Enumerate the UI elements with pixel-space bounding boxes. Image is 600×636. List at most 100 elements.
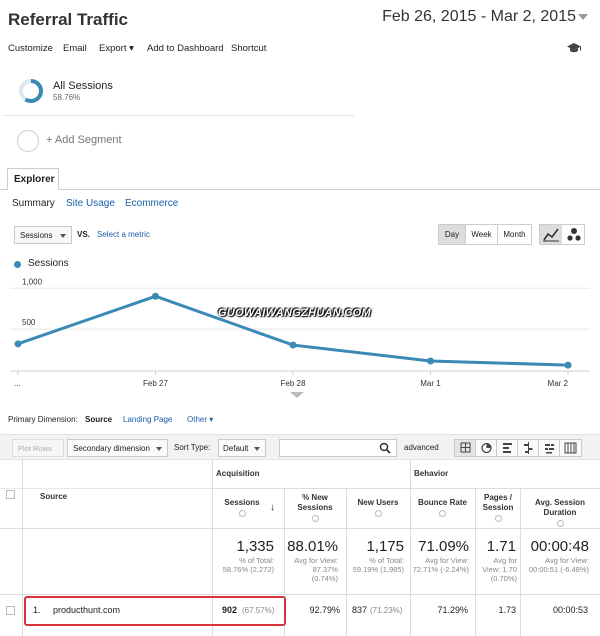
column-header-bounce-rate[interactable]: Bounce Rate	[412, 498, 473, 517]
dimension-source[interactable]: Source	[85, 415, 112, 424]
column-header-avg-session-duration[interactable]: Avg. Session Duration	[522, 498, 598, 527]
sessions-line-chart: 1,000 500... Feb 27 Feb 28 Mar 1 Mar 2	[10, 277, 590, 398]
comparison-icon	[524, 442, 533, 454]
graduation-cap-icon[interactable]	[566, 42, 582, 54]
period-day-button[interactable]: Day	[439, 225, 466, 244]
line-chart-button[interactable]	[540, 225, 562, 244]
sessions-data-point	[289, 341, 297, 349]
page-title: Referral Traffic	[8, 10, 128, 29]
column-header-pages-per-session[interactable]: Pages / Session	[477, 493, 519, 522]
y-tick-label: 500	[22, 318, 36, 327]
add-to-dashboard-button[interactable]: Add to Dashboard	[147, 43, 224, 54]
row-new-users-pct: (71.23%)	[370, 606, 403, 615]
chevron-down-icon[interactable]	[578, 14, 588, 20]
segment-all-sessions[interactable]: All Sessions	[53, 80, 113, 92]
export-button[interactable]: Export ▾	[99, 43, 134, 54]
total-pages-per-session-sub: Avg for View: 1.70 (0.70%)	[482, 556, 517, 583]
column-header-label: New Users	[357, 498, 399, 507]
sessions-data-point	[14, 340, 22, 348]
chart-type-toggle	[539, 224, 585, 245]
column-header-label: Avg. Session Duration	[535, 498, 585, 517]
y-tick-label: 1,000	[22, 277, 43, 286]
pivot-view-button[interactable]	[560, 440, 581, 456]
add-segment-button[interactable]: + Add Segment	[46, 134, 122, 146]
help-icon[interactable]	[494, 515, 502, 522]
period-month-button[interactable]: Month	[498, 225, 531, 244]
row-pages-per-session: 1.73	[498, 605, 516, 615]
search-icon[interactable]	[379, 442, 391, 454]
chevron-down-icon	[156, 447, 162, 451]
total-bounce-rate-sub: Avg for View: 72.71% (-2.24%)	[412, 556, 469, 574]
tab-explorer[interactable]: Explorer	[7, 168, 59, 190]
dimension-landing-page[interactable]: Landing Page	[123, 415, 172, 424]
data-view-button[interactable]	[455, 440, 476, 456]
column-header-pct-new-sessions[interactable]: % New Sessions	[286, 493, 344, 522]
sessions-data-point	[564, 361, 572, 369]
tab-divider	[0, 189, 600, 190]
x-tick-label: ...	[14, 379, 21, 388]
column-header-label: Pages / Session	[482, 493, 514, 512]
sort-type-label: Sort Type:	[174, 443, 211, 452]
secondary-dimension-dropdown[interactable]: Secondary dimension	[67, 439, 168, 457]
performance-view-button[interactable]	[497, 440, 518, 456]
total-pct-new-sessions-sub: Avg for View: 87.37% (0.74%)	[294, 556, 338, 583]
total-sessions-sub: % of Total: 58.76% (2,272)	[222, 556, 274, 574]
sort-type-dropdown[interactable]: Default	[218, 439, 266, 457]
dimension-other[interactable]: Other ▾	[187, 415, 213, 424]
column-header-source[interactable]: Source	[40, 492, 67, 502]
sessions-data-point	[427, 357, 434, 365]
total-new-users-sub: % of Total: 59.19% (1,985)	[352, 556, 404, 574]
period-week-button[interactable]: Week	[466, 225, 498, 244]
subtab-site-usage[interactable]: Site Usage	[66, 198, 115, 209]
sort-desc-arrow-icon[interactable]: ↓	[270, 502, 275, 513]
advanced-filter-link[interactable]: advanced	[404, 443, 439, 452]
date-range-picker[interactable]: Feb 26, 2015 - Mar 2, 2015	[382, 8, 576, 26]
pie-view-button[interactable]	[476, 440, 497, 456]
shortcut-button[interactable]: Shortcut	[231, 43, 266, 54]
email-button[interactable]: Email	[63, 43, 87, 54]
line-chart-icon	[543, 228, 559, 242]
subtab-ecommerce[interactable]: Ecommerce	[125, 198, 178, 209]
primary-dimension-label: Primary Dimension:	[8, 415, 78, 424]
add-segment-circle-icon[interactable]	[17, 130, 39, 152]
highlight-annotation	[24, 596, 286, 626]
pie-chart-icon	[481, 442, 492, 454]
help-icon[interactable]	[439, 510, 446, 517]
motion-chart-button[interactable]	[563, 225, 585, 244]
column-header-sessions[interactable]: Sessions	[212, 498, 272, 517]
subtab-summary[interactable]: Summary	[12, 198, 55, 209]
total-sessions: 1,335	[236, 538, 274, 555]
help-icon[interactable]	[311, 515, 319, 522]
legend-sessions-dot	[14, 261, 21, 268]
row-checkbox[interactable]	[6, 606, 15, 615]
chart-collapse-handle	[290, 392, 304, 398]
sessions-data-point	[152, 292, 159, 300]
x-tick-label: Mar 1	[420, 379, 441, 388]
total-bounce-rate: 71.09%	[418, 538, 469, 555]
segment-percentage: 58.76%	[53, 93, 81, 102]
plot-rows-button[interactable]: Plot Rows	[12, 439, 64, 457]
select-metric-link[interactable]: Select a metric	[97, 230, 150, 239]
report-toolbar: Customize Email Export ▾ Add to Dashboar…	[0, 40, 600, 60]
metric-dropdown[interactable]: Sessions	[14, 226, 72, 244]
help-icon[interactable]	[556, 520, 564, 527]
column-header-label: % New Sessions	[297, 493, 333, 512]
total-pages-per-session: 1.71	[486, 538, 516, 555]
comparison-view-button[interactable]	[518, 440, 539, 456]
customize-button[interactable]: Customize	[8, 43, 53, 54]
select-all-checkbox[interactable]	[6, 490, 15, 499]
segment-donut-icon	[19, 79, 43, 103]
motion-chart-icon	[567, 228, 581, 241]
bar-list-icon	[503, 443, 512, 453]
secondary-dimension-label: Secondary dimension	[73, 444, 150, 453]
help-icon[interactable]	[374, 510, 382, 517]
x-tick-label: Feb 27	[143, 379, 168, 388]
column-header-new-users[interactable]: New Users	[348, 498, 408, 517]
pivot-icon	[564, 442, 577, 454]
term-cloud-view-button[interactable]	[539, 440, 560, 456]
total-avg-session-duration: 00:00:48	[530, 538, 589, 555]
help-icon[interactable]	[238, 510, 246, 517]
vs-label: VS.	[77, 230, 90, 239]
table-tools: Plot Rows Secondary dimension Sort Type:…	[0, 434, 600, 460]
grid-icon	[460, 442, 471, 453]
